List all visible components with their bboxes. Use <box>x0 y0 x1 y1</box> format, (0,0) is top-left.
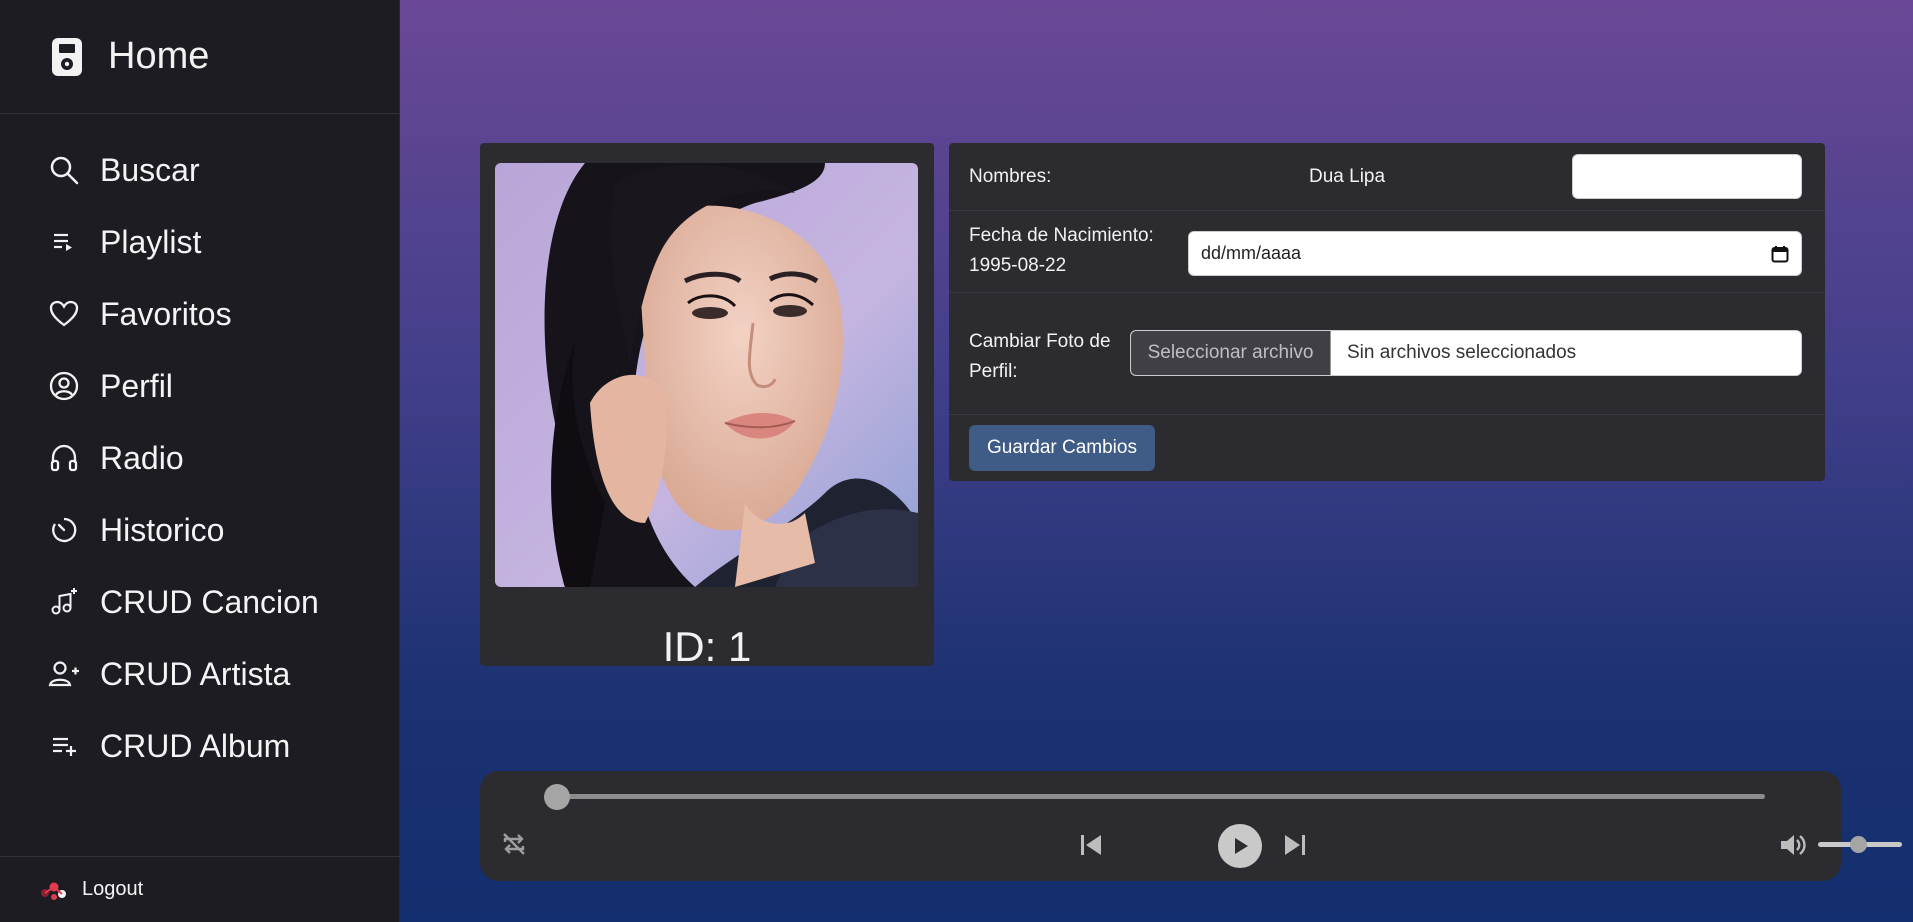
profile-photo <box>495 163 918 587</box>
home-title: Home <box>108 35 210 77</box>
progress-track[interactable] <box>557 794 1765 799</box>
profile-card: ID: 1 <box>480 143 934 670</box>
volume-thumb[interactable] <box>1850 836 1867 853</box>
search-icon <box>48 154 80 186</box>
headphones-icon <box>48 442 80 474</box>
save-changes-button[interactable]: Guardar Cambios <box>969 425 1155 471</box>
user-circle-icon <box>48 370 80 402</box>
sidebar-item-label: CRUD Artista <box>100 655 291 692</box>
heart-icon <box>48 298 80 330</box>
sidebar-nav: Buscar Playlist Favoritos Perfil Radio H… <box>0 114 399 782</box>
choose-file-button[interactable]: Seleccionar archivo <box>1131 331 1331 375</box>
main-content: ID: 1 Nombres: Dua Lipa Fecha de Nacimie… <box>400 0 1913 922</box>
next-button[interactable] <box>1279 829 1311 861</box>
date-placeholder: dd/mm/aaaa <box>1201 243 1302 263</box>
name-input[interactable] <box>1572 154 1802 199</box>
sidebar-item-label: CRUD Album <box>100 727 291 764</box>
file-input[interactable]: Seleccionar archivo Sin archivos selecci… <box>1130 330 1802 376</box>
logout-logo-icon <box>41 882 66 900</box>
sidebar-item-historico[interactable]: Historico <box>0 494 399 566</box>
file-status: Sin archivos seleccionados <box>1331 331 1801 375</box>
photo-label-line1: Cambiar Foto de <box>969 331 1111 352</box>
sidebar-item-label: Playlist <box>100 223 202 260</box>
sidebar-item-buscar[interactable]: Buscar <box>0 134 399 206</box>
previous-button[interactable] <box>1075 829 1107 861</box>
form-row-birthdate: Fecha de Nacimiento: 1995-08-22 dd/mm/aa… <box>949 211 1825 293</box>
sidebar-item-label: CRUD Cancion <box>100 583 319 620</box>
repeat-off-button[interactable] <box>498 828 530 860</box>
birthdate-value: 1995-08-22 <box>969 255 1067 276</box>
photo-label-line2: Perfil: <box>969 361 1018 382</box>
volume-button[interactable] <box>1778 830 1808 860</box>
form-row-photo: Cambiar Foto de Perfil: Seleccionar arch… <box>949 293 1825 415</box>
sidebar-item-label: Radio <box>100 439 184 476</box>
sidebar-item-crud-album[interactable]: CRUD Album <box>0 710 399 782</box>
sidebar-item-label: Perfil <box>100 367 173 404</box>
sidebar: Home Buscar Playlist Favoritos Perfil Ra… <box>0 0 400 922</box>
repeat-off-icon <box>503 833 525 855</box>
music-player <box>480 771 1902 881</box>
skip-next-icon <box>1285 835 1305 855</box>
history-icon <box>48 514 80 546</box>
artist-portrait <box>495 163 918 587</box>
playlist-icon <box>48 226 80 258</box>
list-add-icon <box>48 730 80 762</box>
sidebar-item-perfil[interactable]: Perfil <box>0 350 399 422</box>
play-button[interactable] <box>1218 824 1262 868</box>
music-add-icon <box>48 586 80 618</box>
sidebar-item-label: Favoritos <box>100 295 232 332</box>
sidebar-item-label: Buscar <box>100 151 200 188</box>
sidebar-header[interactable]: Home <box>0 0 399 114</box>
play-icon <box>1235 838 1248 854</box>
ipod-icon <box>52 37 82 76</box>
volume-icon <box>1781 835 1806 855</box>
birthdate-input[interactable]: dd/mm/aaaa <box>1188 231 1802 276</box>
profile-id: ID: 1 <box>662 623 752 670</box>
calendar-icon[interactable] <box>1771 245 1789 263</box>
edit-form: Nombres: Dua Lipa Fecha de Nacimiento: 1… <box>949 143 1825 481</box>
form-row-actions: Guardar Cambios <box>949 415 1825 481</box>
sidebar-item-label: Historico <box>100 511 225 548</box>
sidebar-item-radio[interactable]: Radio <box>0 422 399 494</box>
logout-label: Logout <box>82 878 144 900</box>
form-row-name: Nombres: Dua Lipa <box>949 143 1825 211</box>
name-label: Nombres: <box>969 166 1052 187</box>
logout-button[interactable]: Logout <box>0 856 400 922</box>
sidebar-item-favoritos[interactable]: Favoritos <box>0 278 399 350</box>
birthdate-label: Fecha de Nacimiento: <box>969 225 1154 246</box>
sidebar-item-crud-cancion[interactable]: CRUD Cancion <box>0 566 399 638</box>
name-value: Dua Lipa <box>1309 166 1386 187</box>
skip-previous-icon <box>1081 835 1101 855</box>
progress-thumb[interactable] <box>544 784 570 810</box>
sidebar-item-crud-artista[interactable]: CRUD Artista <box>0 638 399 710</box>
sidebar-item-playlist[interactable]: Playlist <box>0 206 399 278</box>
user-add-icon <box>48 658 80 690</box>
